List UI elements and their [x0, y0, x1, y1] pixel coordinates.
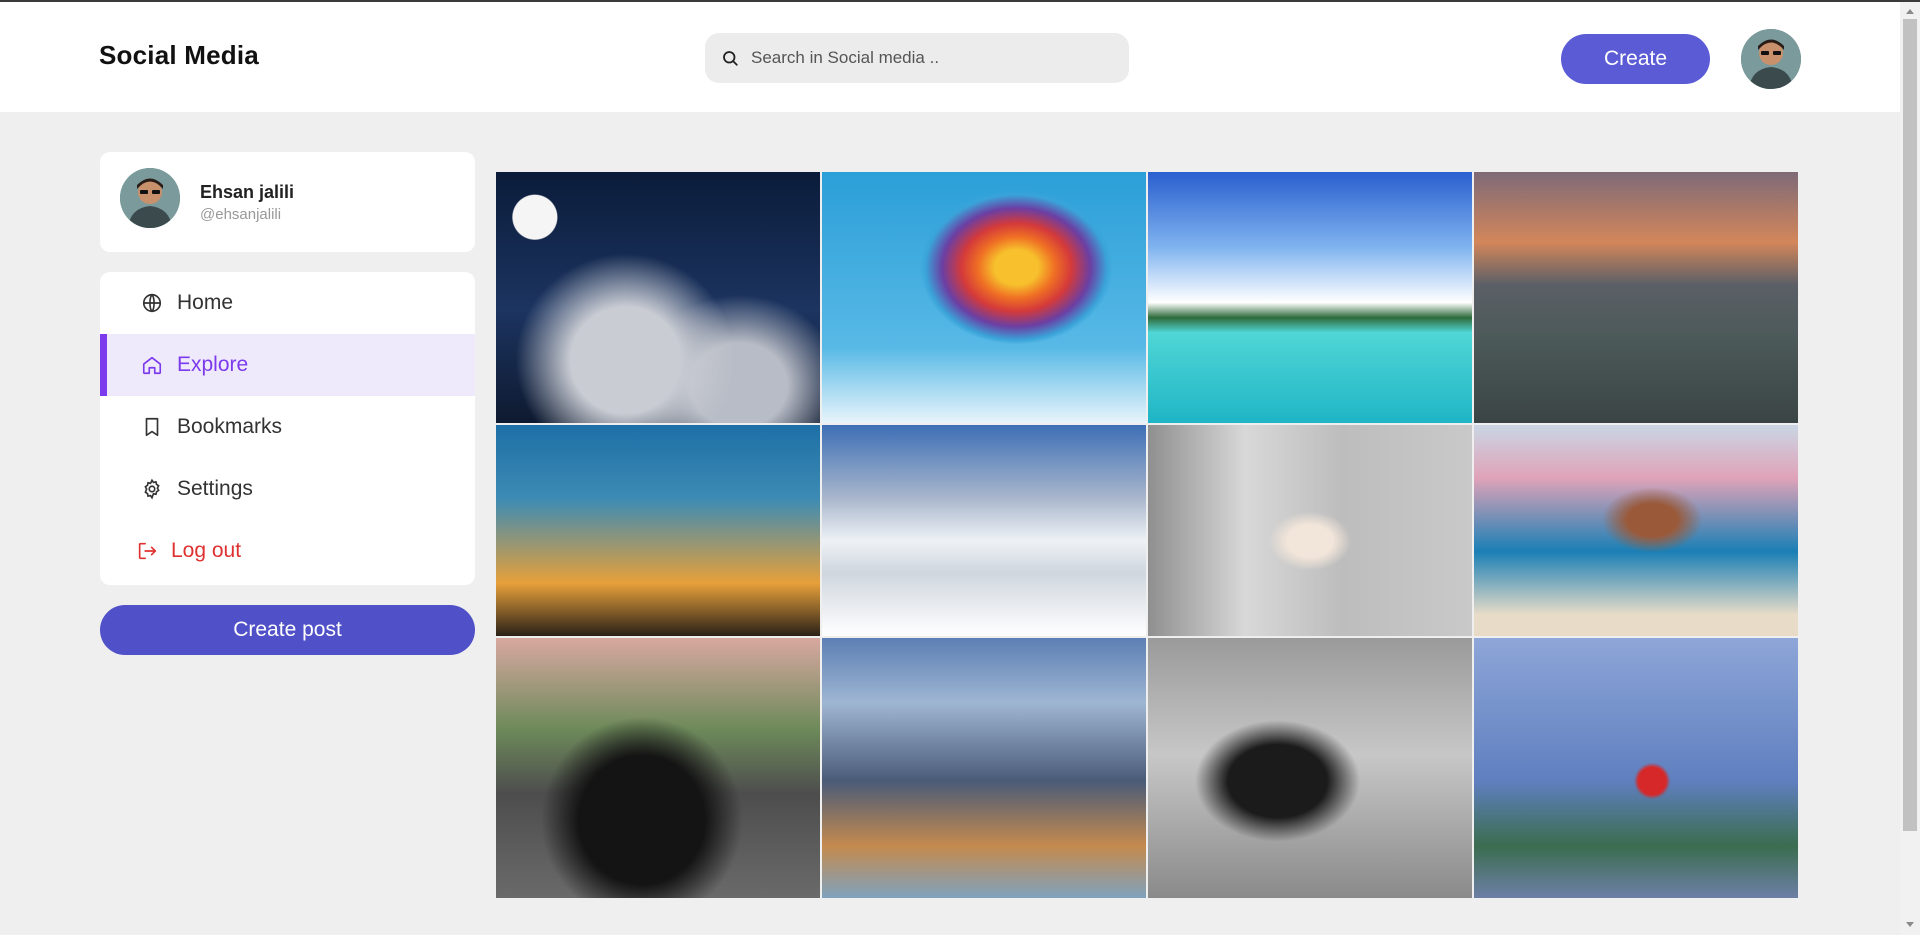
gallery-image-rocky-coast[interactable]	[1474, 172, 1798, 423]
scroll-down-arrow-icon[interactable]	[1906, 922, 1914, 927]
explore-gallery	[496, 172, 1798, 935]
sidebar-item-home[interactable]: Home	[100, 272, 475, 334]
profile-handle: @ehsanjalili	[200, 206, 282, 223]
scrollbar-thumb[interactable]	[1903, 19, 1917, 831]
sidebar-item-bookmarks[interactable]: Bookmarks	[100, 396, 475, 458]
logout-icon	[135, 539, 159, 563]
sidebar-item-label: Log out	[171, 539, 242, 562]
page-scrollbar[interactable]	[1900, 2, 1920, 935]
profile-card[interactable]: Ehsan jalili @ehsanjalili	[100, 152, 475, 252]
profile-avatar[interactable]	[120, 168, 180, 228]
gallery-image-motocross[interactable]	[1148, 638, 1472, 898]
gallery-image-hot-air-balloon[interactable]	[822, 172, 1146, 423]
home-icon	[140, 353, 164, 377]
profile-name: Ehsan jalili	[200, 182, 295, 202]
search-bar[interactable]	[705, 33, 1129, 83]
sidebar-item-logout[interactable]: Log out	[100, 520, 475, 582]
gallery-image-tropical-island[interactable]	[1148, 172, 1472, 423]
gallery-image-bridge[interactable]	[496, 425, 820, 636]
sidebar-item-settings[interactable]: Settings	[100, 458, 475, 520]
sidebar-item-label: Bookmarks	[177, 415, 283, 438]
gallery-image-smartphone[interactable]	[822, 425, 1146, 636]
create-post-button[interactable]: Create post	[100, 605, 475, 655]
sidebar-menu: Home Explore Bookmarks Settings Log out	[100, 272, 475, 585]
create-button[interactable]: Create	[1561, 34, 1710, 84]
sidebar-item-explore[interactable]: Explore	[100, 334, 475, 396]
active-indicator	[100, 334, 107, 396]
bookmark-icon	[140, 415, 164, 439]
user-avatar[interactable]	[1741, 29, 1801, 89]
gallery-image-car[interactable]	[496, 638, 820, 898]
sidebar-item-label: Home	[177, 291, 234, 314]
search-icon	[723, 51, 738, 66]
top-navbar: Social Media Create	[0, 2, 1900, 112]
sidebar-item-label: Settings	[177, 477, 253, 500]
search-input[interactable]	[749, 47, 1113, 69]
gallery-image-city[interactable]	[822, 638, 1146, 898]
sidebar-item-label: Explore	[177, 353, 249, 376]
avatar-image	[1741, 29, 1801, 89]
gear-icon	[140, 477, 164, 501]
scroll-up-arrow-icon[interactable]	[1906, 9, 1914, 14]
gallery-image-portrait[interactable]	[1148, 425, 1472, 636]
gallery-image-horses[interactable]	[1474, 425, 1798, 636]
globe-icon	[140, 291, 164, 315]
avatar-image	[120, 168, 180, 228]
gallery-image-night-sky[interactable]	[496, 172, 820, 423]
gallery-image-airplane[interactable]	[1474, 638, 1798, 898]
brand-logo[interactable]: Social Media	[99, 40, 259, 71]
